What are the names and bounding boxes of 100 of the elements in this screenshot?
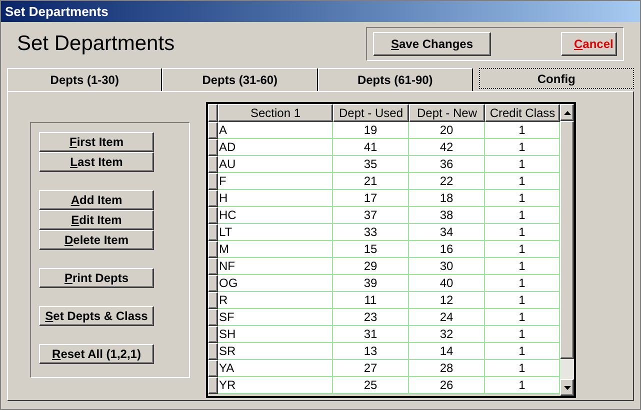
table-cell: 33 xyxy=(333,224,409,241)
table-cell: 19 xyxy=(333,122,409,139)
table-cell: R xyxy=(218,292,333,309)
table-cell: 1 xyxy=(485,173,560,190)
table-cell: AU xyxy=(218,156,333,173)
table-cell: HC xyxy=(218,207,333,224)
table-cell: 14 xyxy=(409,343,485,360)
column-header: Section 1 xyxy=(218,104,333,122)
down-arrow-icon xyxy=(564,386,570,390)
table-cell: 1 xyxy=(485,326,560,343)
window-title: Set Departments xyxy=(5,2,108,21)
table-cell: H xyxy=(218,190,333,207)
table-cell: 22 xyxy=(409,173,485,190)
table-cell: F xyxy=(218,173,333,190)
table-cell: 1 xyxy=(485,224,560,241)
table-cell: 1 xyxy=(485,139,560,156)
action-button[interactable]: Reset All (1,2,1) xyxy=(39,344,154,364)
action-button[interactable]: Edit Item xyxy=(39,210,154,230)
table-cell: SF xyxy=(218,309,333,326)
row-header[interactable] xyxy=(208,343,218,360)
row-header[interactable] xyxy=(208,275,218,292)
table-cell: LT xyxy=(218,224,333,241)
scrollbar[interactable] xyxy=(560,104,574,396)
table-cell: 42 xyxy=(409,139,485,156)
row-header[interactable] xyxy=(208,173,218,190)
table-cell: 40 xyxy=(409,275,485,292)
table-cell: 1 xyxy=(485,207,560,224)
table-cell: 27 xyxy=(333,360,409,377)
row-header[interactable] xyxy=(208,224,218,241)
table-cell: 15 xyxy=(333,241,409,258)
scroll-thumb[interactable] xyxy=(560,121,574,359)
scroll-up-button[interactable] xyxy=(560,104,574,121)
column-header: Dept - Used xyxy=(333,104,409,122)
table-cell: 37 xyxy=(333,207,409,224)
row-header[interactable] xyxy=(208,122,218,139)
table-cell: 24 xyxy=(409,309,485,326)
table-cell: 1 xyxy=(485,122,560,139)
table-cell: 30 xyxy=(409,258,485,275)
row-header[interactable] xyxy=(208,156,218,173)
table-cell: 16 xyxy=(409,241,485,258)
table-cell: 1 xyxy=(485,190,560,207)
table-cell: 35 xyxy=(333,156,409,173)
row-header[interactable] xyxy=(208,241,218,258)
tab[interactable]: Depts (31-60) xyxy=(162,68,318,91)
table-cell: 1 xyxy=(485,258,560,275)
table-cell: SR xyxy=(218,343,333,360)
row-header[interactable] xyxy=(208,377,218,394)
table-cell: M xyxy=(218,241,333,258)
column-header: Dept - New xyxy=(409,104,485,122)
table-cell: 36 xyxy=(409,156,485,173)
table-cell: 11 xyxy=(333,292,409,309)
table-cell: 13 xyxy=(333,343,409,360)
table-cell: 17 xyxy=(333,190,409,207)
action-button[interactable]: Set Depts & Class xyxy=(39,306,154,326)
row-header[interactable] xyxy=(208,326,218,343)
tab[interactable]: Config xyxy=(478,68,634,89)
tab[interactable]: Depts (1-30) xyxy=(7,68,162,91)
table-cell: A xyxy=(218,122,333,139)
table-cell: 29 xyxy=(333,258,409,275)
save-button[interactable]: Save Changes xyxy=(373,32,491,56)
row-header[interactable] xyxy=(208,292,218,309)
table-cell: 28 xyxy=(409,360,485,377)
table-cell: 38 xyxy=(409,207,485,224)
row-header xyxy=(208,104,218,122)
scroll-down-button[interactable] xyxy=(560,379,574,396)
row-header[interactable] xyxy=(208,207,218,224)
table-cell: 34 xyxy=(409,224,485,241)
table-cell: 21 xyxy=(333,173,409,190)
table-cell: YA xyxy=(218,360,333,377)
table-cell: 20 xyxy=(409,122,485,139)
action-button[interactable]: Print Depts xyxy=(39,268,154,288)
table-cell: 23 xyxy=(333,309,409,326)
table-cell: 31 xyxy=(333,326,409,343)
page-heading: Set Departments xyxy=(17,31,176,58)
table-cell: SH xyxy=(218,326,333,343)
row-header[interactable] xyxy=(208,258,218,275)
table-cell: 41 xyxy=(333,139,409,156)
table-cell: YR xyxy=(218,377,333,394)
row-header[interactable] xyxy=(208,360,218,377)
action-button[interactable]: Delete Item xyxy=(39,230,154,250)
table-cell: 1 xyxy=(485,309,560,326)
action-button[interactable]: First Item xyxy=(39,132,154,152)
table-cell: OG xyxy=(218,275,333,292)
table-cell: 18 xyxy=(409,190,485,207)
column-header: Credit Class xyxy=(485,104,560,122)
table-cell: NF xyxy=(218,258,333,275)
row-header[interactable] xyxy=(208,190,218,207)
table-cell: 32 xyxy=(409,326,485,343)
row-header[interactable] xyxy=(208,139,218,156)
table-cell: 25 xyxy=(333,377,409,394)
action-button[interactable]: Add Item xyxy=(39,190,154,210)
table-cell: 39 xyxy=(333,275,409,292)
table-cell: 1 xyxy=(485,377,560,394)
action-button[interactable]: Last Item xyxy=(39,152,154,172)
tab[interactable]: Depts (61-90) xyxy=(318,68,473,91)
table-cell: 1 xyxy=(485,156,560,173)
table-cell: 1 xyxy=(485,343,560,360)
up-arrow-icon xyxy=(564,110,570,114)
table-cell: 1 xyxy=(485,360,560,377)
row-header[interactable] xyxy=(208,309,218,326)
